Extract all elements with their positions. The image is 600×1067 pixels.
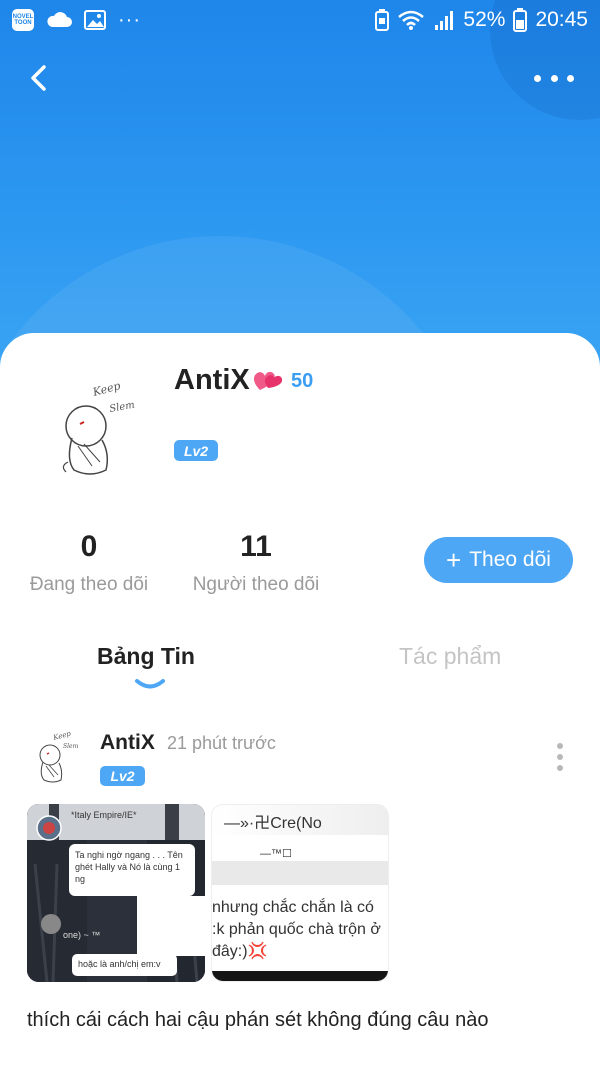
comic-caption-middle: one) ~ ™ xyxy=(63,930,101,940)
back-arrow-icon xyxy=(31,65,46,91)
cloud-icon xyxy=(47,12,72,27)
screenshot-text-line-1: —»·卍Cre(No xyxy=(224,815,322,832)
level-badge: Lv2 xyxy=(174,440,218,461)
followers-stat[interactable]: 11 Người theo dõi xyxy=(186,530,326,596)
status-bar: NOVEL TOON ··· 52% 20:45 xyxy=(0,0,600,40)
post-author-name[interactable]: AntiX xyxy=(100,731,155,755)
status-time: 20:45 xyxy=(535,8,588,31)
heart-icon xyxy=(253,371,283,390)
tab-feed[interactable]: Bảng Tin xyxy=(97,643,195,670)
svg-text:Keep: Keep xyxy=(90,379,121,399)
profile-avatar[interactable]: Keep Slem xyxy=(44,374,154,484)
follow-button-label: Theo dõi xyxy=(469,548,551,571)
heart-count: 50 xyxy=(291,370,314,392)
battery-percent: 52% xyxy=(463,8,506,31)
comic-speech-bubble: Ta nghi ngờ ngang . . . Tên ghét Hally v… xyxy=(69,844,195,896)
post-image-2[interactable]: —»·卍Cre(No —™☐ nhưng chắc chắn là có :k … xyxy=(211,804,389,982)
follow-button[interactable]: + Theo dõi xyxy=(424,537,573,583)
profile-name: AntiX xyxy=(174,364,250,396)
novel-toon-app-icon: NOVEL TOON xyxy=(12,9,34,31)
alarm-icon xyxy=(375,9,390,31)
following-count: 0 xyxy=(80,530,98,563)
comic-caption-top: *Italy Empire/IE* xyxy=(71,810,137,820)
signal-icon xyxy=(435,11,454,30)
screenshot-text-line-2: —™☐ xyxy=(260,848,292,860)
image-icon xyxy=(84,10,106,30)
screenshot-message-text: nhưng chắc chắn là có :k phản quốc chà t… xyxy=(212,899,381,960)
tab-works[interactable]: Tác phẩm xyxy=(399,643,501,670)
svg-text:Slem: Slem xyxy=(63,743,79,750)
wifi-icon xyxy=(398,10,425,30)
svg-text:Slem: Slem xyxy=(109,400,136,415)
post-image-1[interactable]: *Italy Empire/IE* Ta nghi ngờ ngang . . … xyxy=(27,804,205,982)
post-author-avatar[interactable]: Keep Slem xyxy=(28,728,86,786)
notification-more-indicator: ··· xyxy=(118,8,141,31)
following-stat[interactable]: 0 Đang theo dõi xyxy=(18,530,160,596)
more-dots-icon xyxy=(534,74,541,82)
followers-count: 11 xyxy=(240,530,272,563)
svg-text:Keep: Keep xyxy=(51,729,72,742)
comic-speech-bubble-2: hoặc là anh/chị em:v xyxy=(72,954,177,976)
post-caption: thích cái cách hai cậu phán sét không đú… xyxy=(27,1009,489,1031)
post-author-level-badge: Lv2 xyxy=(100,766,145,786)
active-tab-indicator xyxy=(135,679,165,689)
post-options-button[interactable] xyxy=(553,743,567,771)
following-label: Đang theo dõi xyxy=(29,574,149,595)
battery-icon xyxy=(513,8,528,32)
plus-icon: + xyxy=(446,545,462,575)
back-button[interactable] xyxy=(22,60,58,96)
more-options-button[interactable] xyxy=(534,66,574,90)
post-timestamp: 21 phút trước xyxy=(167,733,276,753)
top-navigation xyxy=(0,56,600,100)
vertical-dots-icon xyxy=(557,743,563,749)
followers-label: Người theo dõi xyxy=(192,574,320,595)
